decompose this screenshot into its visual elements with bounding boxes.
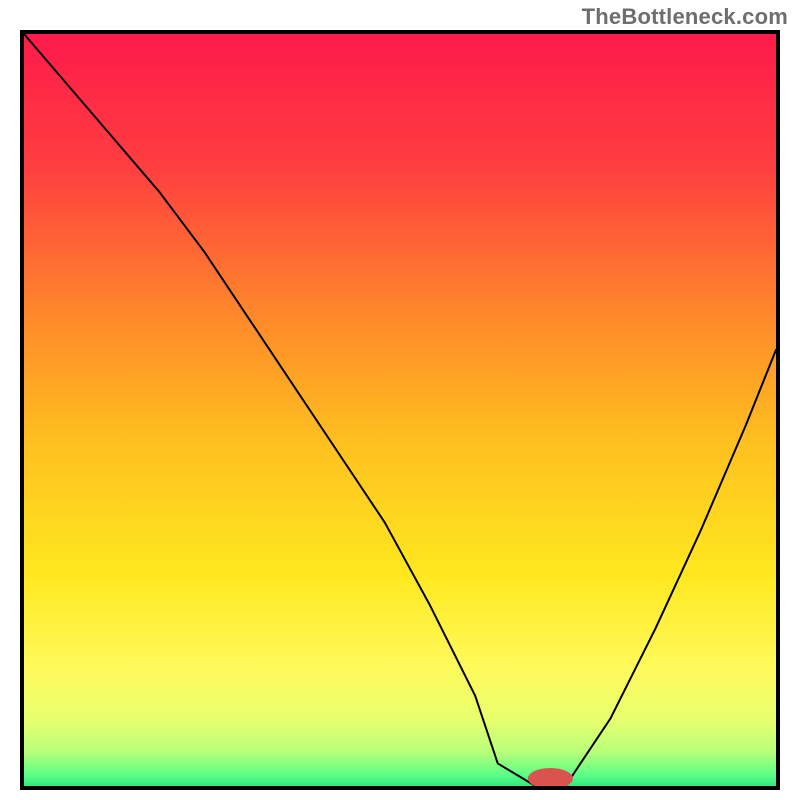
plot-frame <box>20 30 780 790</box>
curve-overlay <box>24 34 776 786</box>
optimum-marker <box>528 768 573 786</box>
chart-stage: TheBottleneck.com <box>0 0 800 800</box>
bottleneck-curve-path <box>24 34 776 786</box>
watermark-text: TheBottleneck.com <box>582 4 788 30</box>
